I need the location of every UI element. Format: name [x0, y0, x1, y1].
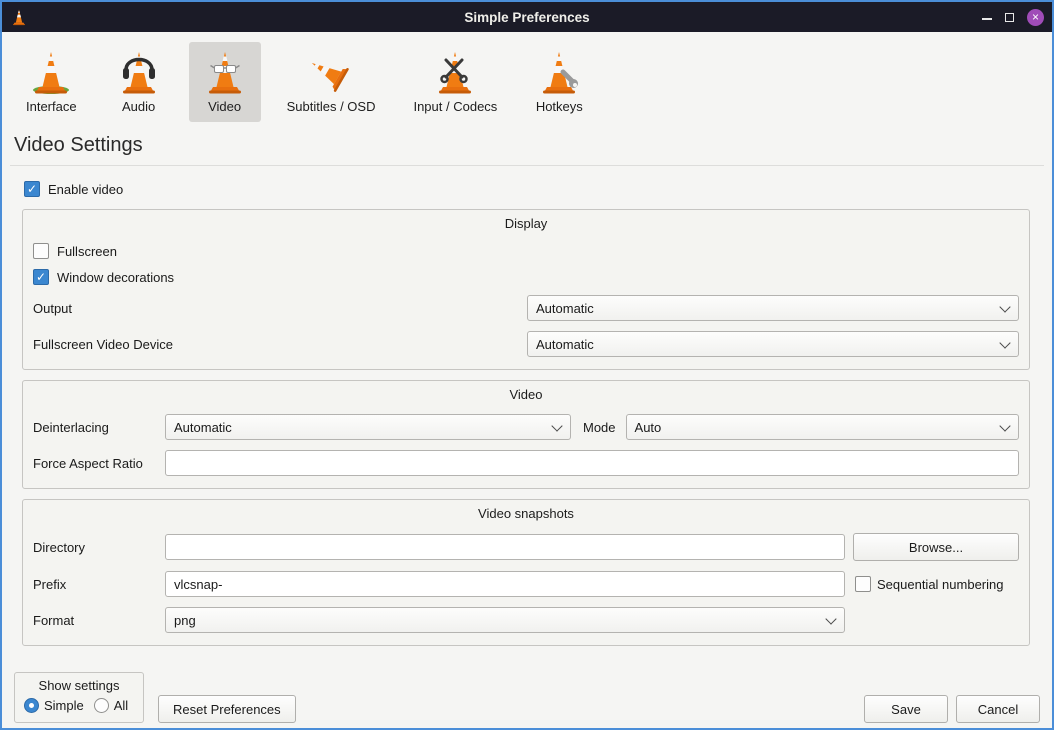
video-group: Video Deinterlacing Automatic Mode Auto …	[22, 380, 1030, 489]
toolbar-item-audio[interactable]: Audio	[103, 42, 175, 122]
deinterlacing-value: Automatic	[174, 420, 232, 435]
input-codecs-icon	[431, 48, 479, 96]
checkbox-icon	[33, 269, 49, 285]
format-value: png	[174, 613, 196, 628]
audio-icon	[115, 48, 163, 96]
display-group: Display Fullscreen Window decorations Ou…	[22, 209, 1030, 370]
fullscreen-video-device-value: Automatic	[536, 337, 594, 352]
heading-divider	[10, 165, 1044, 166]
chevron-down-icon	[999, 337, 1010, 348]
output-select[interactable]: Automatic	[527, 295, 1019, 321]
page-title: Video Settings	[14, 134, 1052, 157]
radio-icon	[94, 698, 109, 713]
prefix-label: Prefix	[33, 577, 165, 592]
display-group-title: Display	[33, 214, 1019, 233]
deinterlacing-mode-select[interactable]: Auto	[626, 414, 1019, 440]
directory-input[interactable]	[165, 534, 845, 560]
toolbar-item-label: Subtitles / OSD	[287, 99, 376, 114]
toolbar-item-codecs[interactable]: Input / Codecs	[401, 42, 509, 122]
output-label: Output	[33, 301, 527, 316]
output-value: Automatic	[536, 301, 594, 316]
video-icon	[201, 48, 249, 96]
fullscreen-label: Fullscreen	[57, 244, 117, 259]
directory-label: Directory	[33, 540, 165, 555]
category-toolbar: Interface Audio	[2, 32, 1052, 124]
subtitles-icon	[307, 48, 355, 96]
toolbar-item-label: Interface	[26, 99, 77, 114]
radio-icon	[24, 698, 39, 713]
radio-simple-label: Simple	[44, 698, 84, 713]
reset-preferences-button[interactable]: Reset Preferences	[158, 695, 296, 723]
force-aspect-ratio-label: Force Aspect Ratio	[33, 456, 165, 471]
checkbox-icon	[24, 181, 40, 197]
toolbar-item-label: Video	[208, 99, 241, 114]
format-select[interactable]: png	[165, 607, 845, 633]
toolbar-item-label: Input / Codecs	[413, 99, 497, 114]
footer: Show settings Simple All Reset Preferenc…	[14, 672, 1040, 723]
mode-value: Auto	[635, 420, 662, 435]
hotkeys-icon	[535, 48, 583, 96]
vlc-app-icon	[10, 8, 80, 26]
save-button[interactable]: Save	[864, 695, 948, 723]
radio-all-label: All	[114, 698, 128, 713]
window-decorations-label: Window decorations	[57, 270, 174, 285]
restore-button[interactable]	[1005, 13, 1014, 22]
browse-button[interactable]: Browse...	[853, 533, 1019, 561]
toolbar-item-subtitles[interactable]: Subtitles / OSD	[275, 42, 388, 122]
format-label: Format	[33, 613, 165, 628]
interface-icon	[27, 48, 75, 96]
toolbar-item-label: Hotkeys	[536, 99, 583, 114]
chevron-down-icon	[999, 301, 1010, 312]
checkbox-icon	[33, 243, 49, 259]
close-button[interactable]	[1027, 9, 1044, 26]
video-group-title: Video	[33, 385, 1019, 404]
window-title: Simple Preferences	[80, 10, 974, 25]
show-settings-title: Show settings	[24, 677, 134, 698]
toolbar-item-interface[interactable]: Interface	[14, 42, 89, 122]
checkbox-icon	[855, 576, 871, 592]
chevron-down-icon	[551, 420, 562, 431]
window-decorations-checkbox[interactable]: Window decorations	[33, 269, 1019, 285]
fullscreen-checkbox[interactable]: Fullscreen	[33, 243, 1019, 259]
mode-label: Mode	[583, 420, 616, 435]
fullscreen-video-device-label: Fullscreen Video Device	[33, 337, 527, 352]
snapshots-group: Video snapshots Directory Browse... Pref…	[22, 499, 1030, 646]
chevron-down-icon	[999, 420, 1010, 431]
titlebar: Simple Preferences	[2, 2, 1052, 32]
force-aspect-ratio-input[interactable]	[165, 450, 1019, 476]
radio-simple[interactable]: Simple	[24, 698, 84, 713]
snapshots-group-title: Video snapshots	[33, 504, 1019, 523]
show-settings-group: Show settings Simple All	[14, 672, 144, 723]
deinterlacing-label: Deinterlacing	[33, 420, 165, 435]
prefix-input[interactable]	[165, 571, 845, 597]
toolbar-item-hotkeys[interactable]: Hotkeys	[523, 42, 595, 122]
enable-video-checkbox[interactable]: Enable video	[24, 181, 123, 197]
cancel-button[interactable]: Cancel	[956, 695, 1040, 723]
enable-video-label: Enable video	[48, 182, 123, 197]
deinterlacing-select[interactable]: Automatic	[165, 414, 571, 440]
preferences-window: Simple Preferences Interface	[0, 0, 1054, 730]
minimize-button[interactable]	[982, 12, 992, 22]
toolbar-item-video[interactable]: Video	[189, 42, 261, 122]
window-controls	[974, 9, 1044, 26]
radio-all[interactable]: All	[94, 698, 128, 713]
sequential-numbering-label: Sequential numbering	[877, 577, 1003, 592]
chevron-down-icon	[825, 613, 836, 624]
fullscreen-video-device-select[interactable]: Automatic	[527, 331, 1019, 357]
sequential-numbering-checkbox[interactable]: Sequential numbering	[855, 576, 1003, 592]
toolbar-item-label: Audio	[122, 99, 155, 114]
